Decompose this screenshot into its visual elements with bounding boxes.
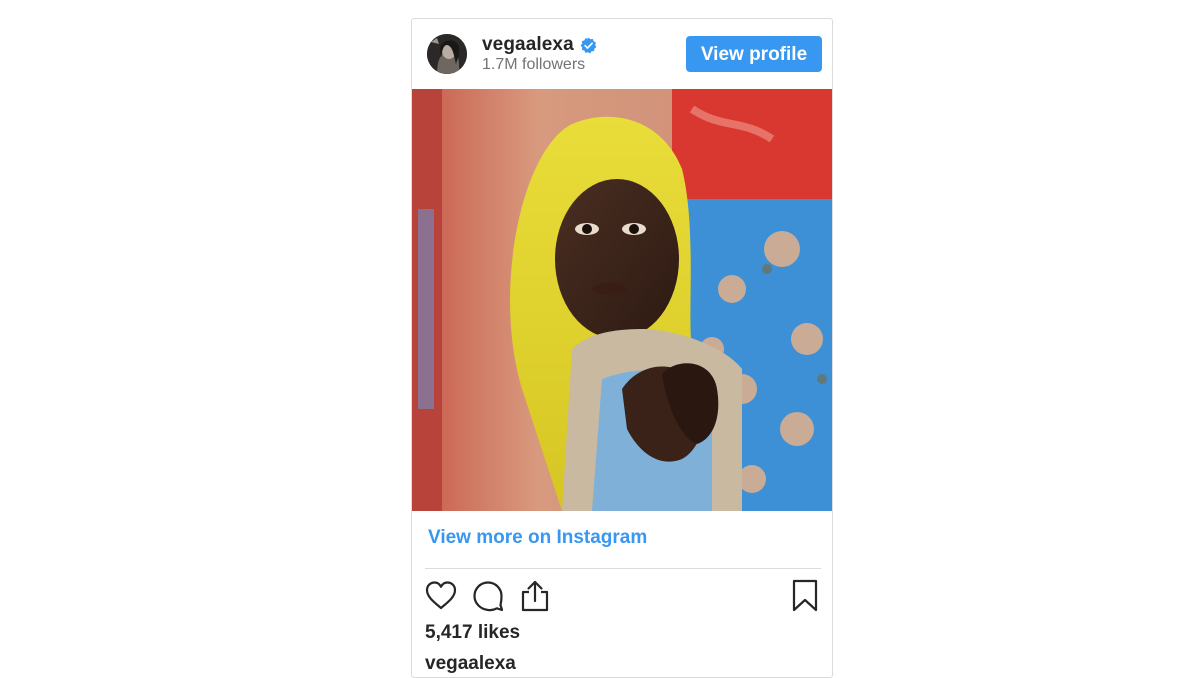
caption-username[interactable]: vegaalexa [425, 653, 516, 675]
bookmark-icon[interactable] [788, 579, 822, 613]
share-icon[interactable] [518, 579, 552, 613]
verified-badge-icon [580, 37, 597, 54]
post-image [412, 89, 832, 511]
post-header: vegaalexa 1.7M followers View profile [412, 19, 832, 89]
view-more-link[interactable]: View more on Instagram [428, 527, 647, 549]
likes-count[interactable]: 5,417 likes [425, 622, 520, 644]
avatar-image [427, 34, 467, 74]
instagram-embed-card: vegaalexa 1.7M followers View profile Vi… [411, 18, 833, 678]
divider [425, 568, 821, 569]
post-photo[interactable] [412, 89, 832, 511]
action-bar [412, 579, 832, 615]
heart-icon[interactable] [424, 579, 458, 613]
username[interactable]: vegaalexa [482, 34, 574, 56]
avatar[interactable] [427, 34, 467, 74]
followers-count: 1.7M followers [482, 56, 586, 73]
username-row: vegaalexa [482, 34, 597, 56]
comment-icon[interactable] [471, 579, 505, 613]
view-profile-button[interactable]: View profile [686, 36, 822, 72]
